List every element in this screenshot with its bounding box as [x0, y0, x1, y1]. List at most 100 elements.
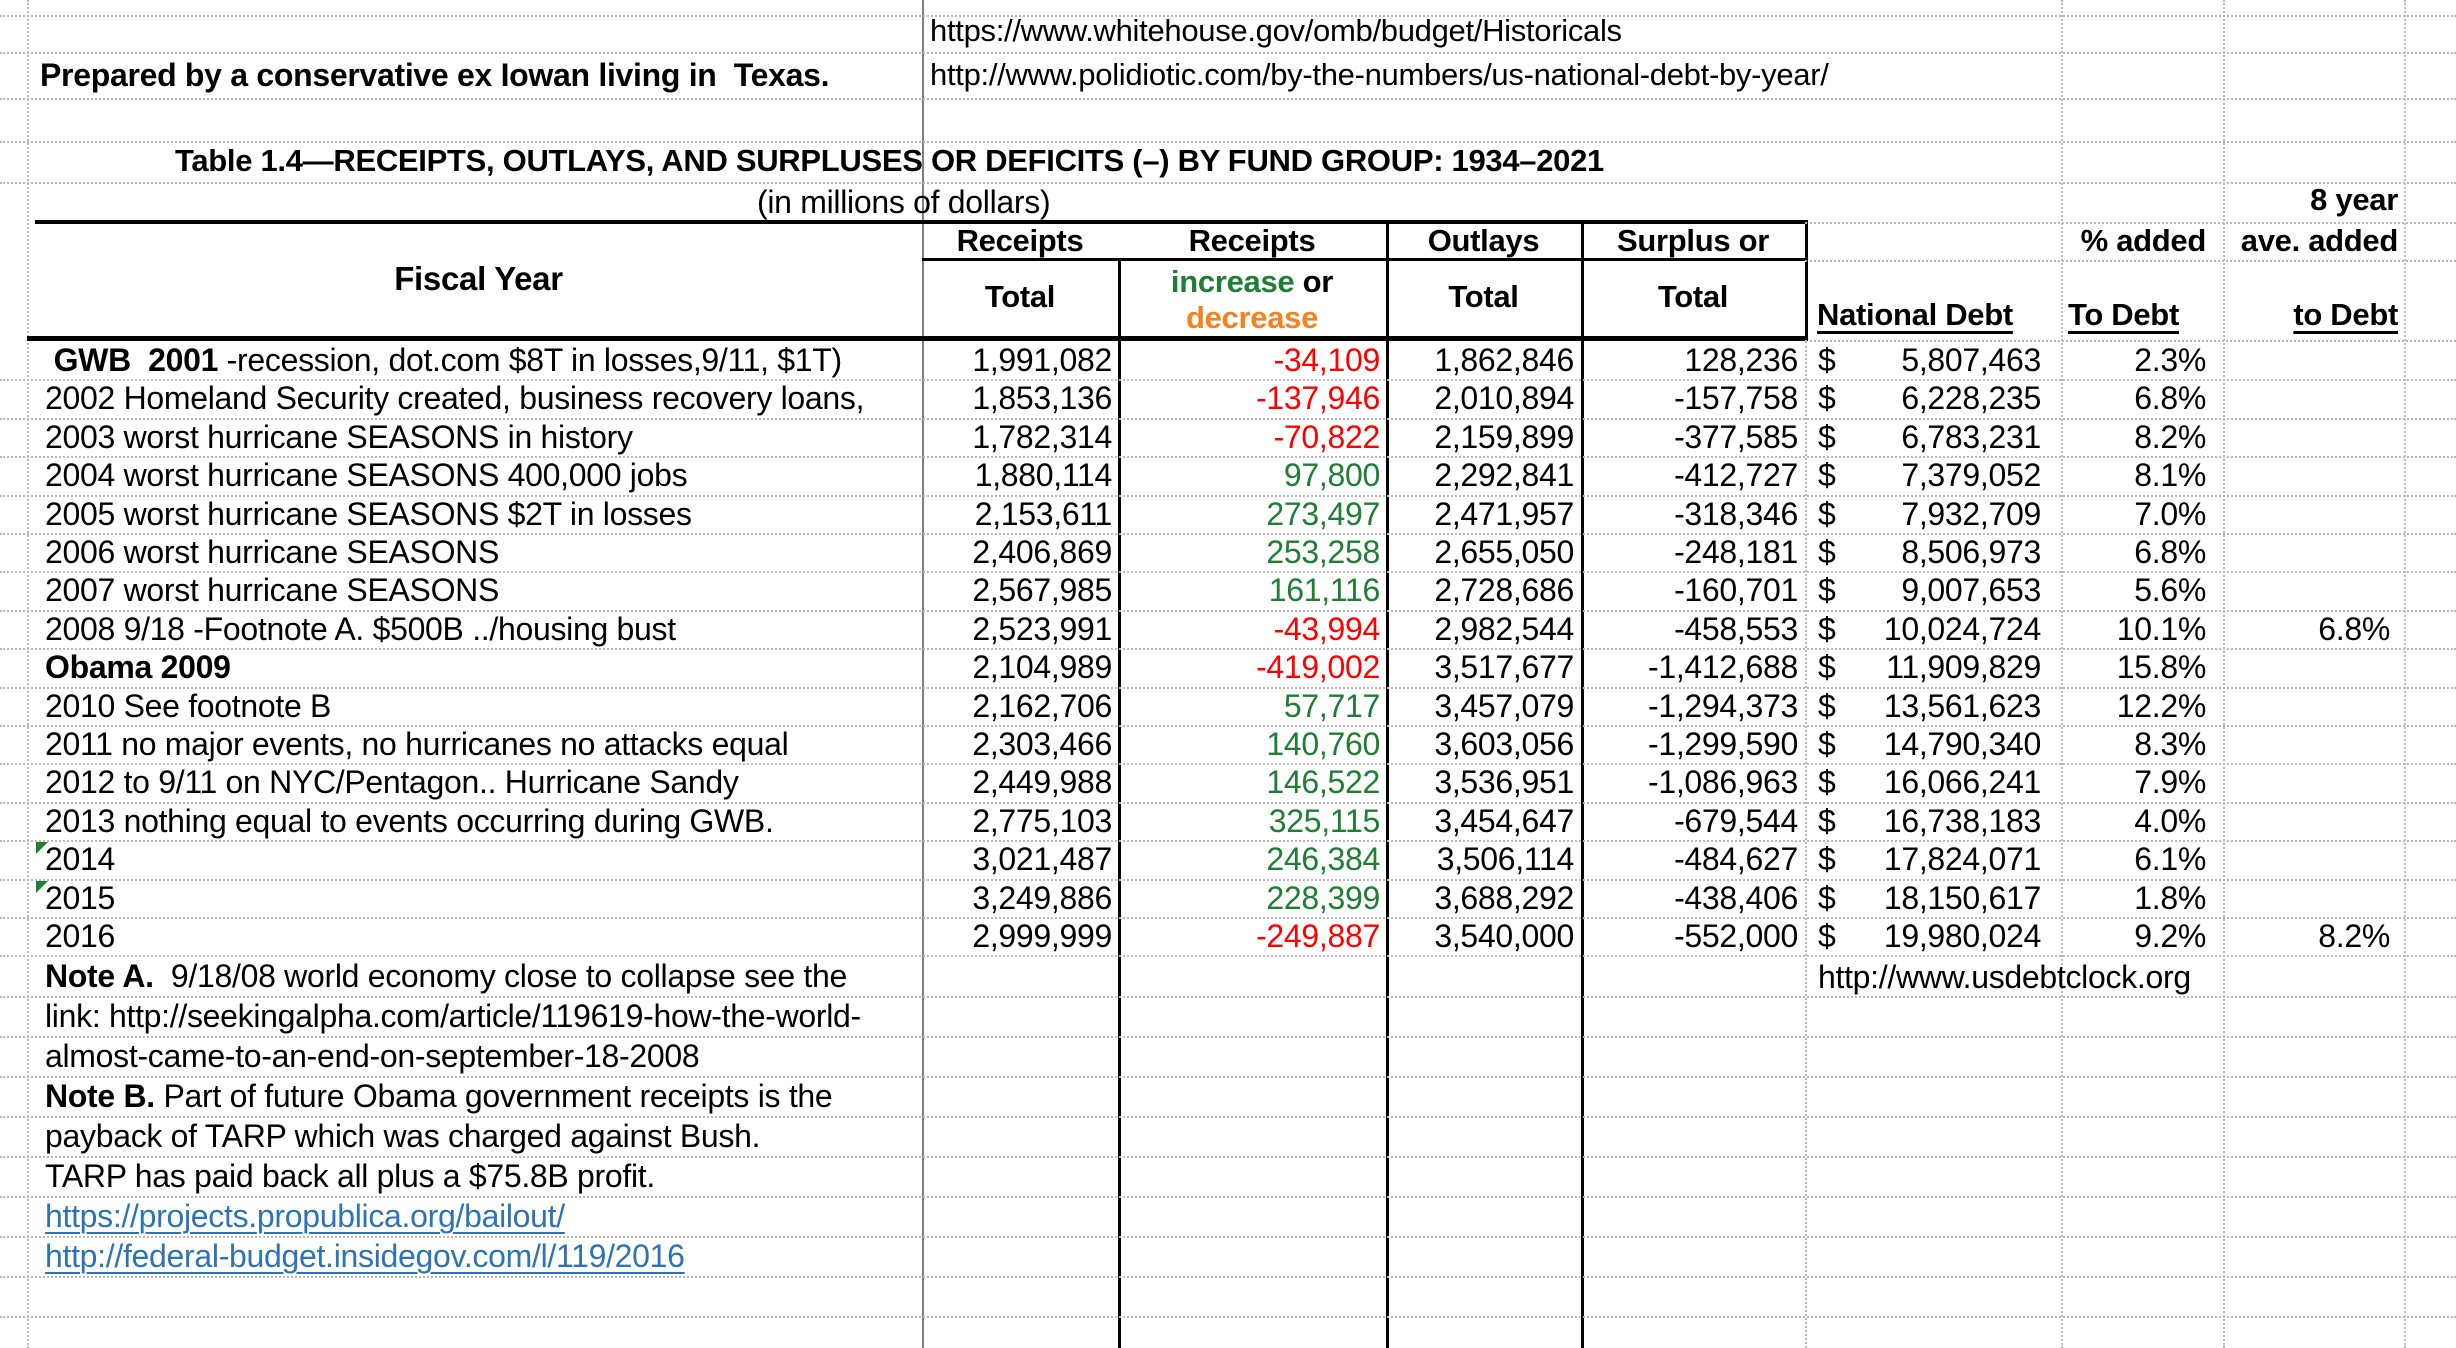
outlays-total-cell[interactable]: 2,292,841: [1386, 456, 1574, 494]
national-debt-cell[interactable]: $7,379,052: [1818, 456, 2041, 494]
footnote-hyperlink[interactable]: http://federal-budget.insidegov.com/l/11…: [45, 1236, 685, 1276]
national-debt-cell[interactable]: $10,024,724: [1818, 610, 2041, 648]
fiscal-year-cell[interactable]: 2010 See footnote B: [35, 687, 331, 725]
pct-added-cell[interactable]: 9.2%: [2061, 917, 2206, 955]
pct-added-cell[interactable]: 8.2%: [2061, 418, 2206, 456]
receipts-total-cell[interactable]: 2,406,869: [922, 533, 1112, 571]
receipts-change-cell[interactable]: 146,522: [1118, 763, 1380, 801]
source-url-polidiotic[interactable]: http://www.polidiotic.com/by-the-numbers…: [930, 52, 1829, 98]
avg-added-cell[interactable]: [2223, 379, 2390, 417]
avg-added-cell[interactable]: [2223, 456, 2390, 494]
avg-added-cell[interactable]: [2223, 495, 2390, 533]
receipts-total-cell[interactable]: 1,853,136: [922, 379, 1112, 417]
national-debt-cell[interactable]: $11,909,829: [1818, 648, 2041, 686]
receipts-change-cell[interactable]: 325,115: [1118, 802, 1380, 840]
receipts-total-cell[interactable]: 3,021,487: [922, 840, 1112, 878]
fiscal-year-cell[interactable]: 2016: [35, 917, 115, 955]
outlays-total-cell[interactable]: 2,728,686: [1386, 571, 1574, 609]
column-header-ave-added[interactable]: ave. added: [2223, 224, 2398, 258]
national-debt-cell[interactable]: $7,932,709: [1818, 495, 2041, 533]
avg-added-cell[interactable]: [2223, 687, 2390, 725]
national-debt-cell[interactable]: $8,506,973: [1818, 533, 2041, 571]
pct-added-cell[interactable]: 15.8%: [2061, 648, 2206, 686]
surplus-total-cell[interactable]: -248,181: [1581, 533, 1798, 571]
fiscal-year-cell[interactable]: 2012 to 9/11 on NYC/Pentagon.. Hurricane…: [35, 763, 739, 801]
avg-added-cell[interactable]: [2223, 725, 2390, 763]
receipts-change-cell[interactable]: 140,760: [1118, 725, 1380, 763]
outlays-total-cell[interactable]: 2,471,957: [1386, 495, 1574, 533]
national-debt-cell[interactable]: $13,561,623: [1818, 687, 2041, 725]
national-debt-cell[interactable]: $18,150,617: [1818, 879, 2041, 917]
outlays-total-cell[interactable]: 2,655,050: [1386, 533, 1574, 571]
pct-added-cell[interactable]: 6.8%: [2061, 533, 2206, 571]
outlays-total-cell[interactable]: 3,457,079: [1386, 687, 1574, 725]
national-debt-cell[interactable]: $9,007,653: [1818, 571, 2041, 609]
avg-added-cell[interactable]: [2223, 840, 2390, 878]
source-url-whitehouse[interactable]: https://www.whitehouse.gov/omb/budget/Hi…: [930, 10, 1622, 52]
national-debt-cell[interactable]: $6,783,231: [1818, 418, 2041, 456]
column-header-to-debt-8yr[interactable]: to Debt: [2223, 294, 2398, 336]
fiscal-year-cell[interactable]: 2011 no major events, no hurricanes no a…: [35, 725, 788, 763]
column-header-pct-added[interactable]: % added: [2061, 224, 2206, 258]
receipts-change-cell[interactable]: -43,994: [1118, 610, 1380, 648]
fiscal-year-cell[interactable]: 2007 worst hurricane SEASONS: [35, 571, 499, 609]
receipts-total-cell[interactable]: 2,449,988: [922, 763, 1112, 801]
receipts-change-cell[interactable]: -70,822: [1118, 418, 1380, 456]
pct-added-cell[interactable]: 2.3%: [2061, 341, 2206, 379]
avg-added-cell[interactable]: 6.8%: [2223, 610, 2390, 648]
receipts-change-cell[interactable]: -137,946: [1118, 379, 1380, 417]
receipts-change-cell[interactable]: -419,002: [1118, 648, 1380, 686]
avg-added-cell[interactable]: [2223, 763, 2390, 801]
fiscal-year-cell[interactable]: 2005 worst hurricane SEASONS $2T in loss…: [35, 495, 692, 533]
pct-added-cell[interactable]: 1.8%: [2061, 879, 2206, 917]
national-debt-cell[interactable]: $19,980,024: [1818, 917, 2041, 955]
avg-added-cell[interactable]: [2223, 418, 2390, 456]
receipts-total-cell[interactable]: 2,775,103: [922, 802, 1112, 840]
subheader-receipts-total[interactable]: Total: [922, 258, 1118, 336]
pct-added-cell[interactable]: 8.1%: [2061, 456, 2206, 494]
subheader-outlays-total[interactable]: Total: [1386, 258, 1581, 336]
receipts-change-cell[interactable]: 246,384: [1118, 840, 1380, 878]
receipts-total-cell[interactable]: 1,991,082: [922, 341, 1112, 379]
receipts-total-cell[interactable]: 2,162,706: [922, 687, 1112, 725]
outlays-total-cell[interactable]: 2,159,899: [1386, 418, 1574, 456]
receipts-change-cell[interactable]: 228,399: [1118, 879, 1380, 917]
outlays-total-cell[interactable]: 1,862,846: [1386, 341, 1574, 379]
avg-added-cell[interactable]: [2223, 571, 2390, 609]
national-debt-cell[interactable]: $17,824,071: [1818, 840, 2041, 878]
surplus-total-cell[interactable]: -484,627: [1581, 840, 1798, 878]
surplus-total-cell[interactable]: -458,553: [1581, 610, 1798, 648]
fiscal-year-cell[interactable]: 2004 worst hurricane SEASONS 400,000 job…: [35, 456, 687, 494]
surplus-total-cell[interactable]: -318,346: [1581, 495, 1798, 533]
fiscal-year-cell[interactable]: GWB 2001 -recession, dot.com $8T in loss…: [35, 341, 842, 379]
pct-added-cell[interactable]: 5.6%: [2061, 571, 2206, 609]
outlays-total-cell[interactable]: 3,517,677: [1386, 648, 1574, 686]
national-debt-cell[interactable]: $5,807,463: [1818, 341, 2041, 379]
receipts-change-cell[interactable]: 273,497: [1118, 495, 1380, 533]
column-header-receipts-total[interactable]: Receipts: [922, 224, 1118, 258]
usdebtclock-url[interactable]: http://www.usdebtclock.org: [1818, 957, 2191, 997]
avg-added-cell[interactable]: [2223, 879, 2390, 917]
receipts-change-cell[interactable]: 97,800: [1118, 456, 1380, 494]
national-debt-cell[interactable]: $14,790,340: [1818, 725, 2041, 763]
outlays-total-cell[interactable]: 3,603,056: [1386, 725, 1574, 763]
outlays-total-cell[interactable]: 2,010,894: [1386, 379, 1574, 417]
receipts-total-cell[interactable]: 2,999,999: [922, 917, 1112, 955]
column-header-outlays[interactable]: Outlays: [1386, 224, 1581, 258]
column-header-surplus[interactable]: Surplus or: [1581, 224, 1805, 258]
outlays-total-cell[interactable]: 3,454,647: [1386, 802, 1574, 840]
surplus-total-cell[interactable]: -157,758: [1581, 379, 1798, 417]
surplus-total-cell[interactable]: -160,701: [1581, 571, 1798, 609]
receipts-change-cell[interactable]: -249,887: [1118, 917, 1380, 955]
receipts-total-cell[interactable]: 1,880,114: [922, 456, 1112, 494]
outlays-total-cell[interactable]: 2,982,544: [1386, 610, 1574, 648]
avg-added-cell[interactable]: [2223, 341, 2390, 379]
pct-added-cell[interactable]: 6.1%: [2061, 840, 2206, 878]
fiscal-year-cell[interactable]: 2006 worst hurricane SEASONS: [35, 533, 499, 571]
surplus-total-cell[interactable]: -552,000: [1581, 917, 1798, 955]
pct-added-cell[interactable]: 8.3%: [2061, 725, 2206, 763]
receipts-total-cell[interactable]: 2,104,989: [922, 648, 1112, 686]
receipts-total-cell[interactable]: 2,567,985: [922, 571, 1112, 609]
fiscal-year-cell[interactable]: 2013 nothing equal to events occurring d…: [35, 802, 774, 840]
column-header-eight-year[interactable]: 8 year: [2223, 180, 2398, 220]
